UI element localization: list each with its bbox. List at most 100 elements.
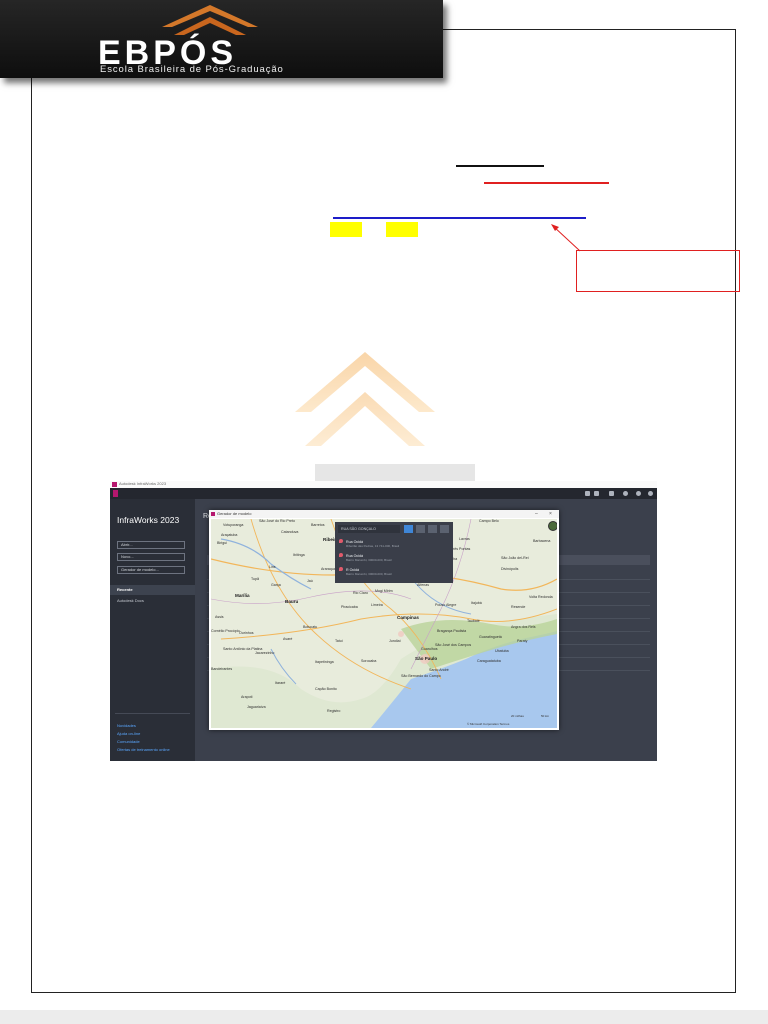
search-result-item[interactable]: R Ocidá Bairro Marumbi, 30000-000, Brasi…: [339, 567, 392, 576]
map-label: Lins: [269, 565, 276, 569]
window-titlebar: Autodesk InfraWorks 2023: [110, 481, 657, 488]
map-label: Angra dos Reis: [511, 625, 536, 629]
map-label: São José dos Campos: [435, 643, 472, 647]
notification-icon[interactable]: [585, 491, 590, 496]
annotation-arrow-icon: [551, 224, 581, 252]
aerial-view-button[interactable]: [416, 525, 425, 533]
map-label: Barretos: [311, 523, 325, 527]
map-label: Três Pontas: [451, 547, 471, 551]
map-view-button[interactable]: [404, 525, 413, 533]
map-label: Bragança Paulista: [437, 629, 467, 633]
link-online-help[interactable]: Ajuda on-line: [117, 731, 140, 736]
location-search-input[interactable]: RUA SÃO GONÇALO: [338, 525, 400, 533]
map-label: Volta Redonda: [529, 595, 553, 599]
map-label: Lavras: [459, 537, 470, 541]
map-label: Barbacena: [533, 539, 551, 543]
map-label: Capão Bonito: [315, 687, 337, 691]
map-label: Garça: [271, 583, 281, 587]
map-label: Bandeirantes: [211, 667, 233, 671]
infraworks-screenshot: Autodesk InfraWorks 2023 InfraWorks 2023…: [110, 481, 657, 761]
map-label: Resende: [511, 605, 526, 609]
map-label: Jundiaí: [389, 639, 401, 643]
map-label: Tupã: [251, 577, 260, 581]
location-pin-icon: [339, 539, 343, 543]
location-pin-icon: [339, 567, 343, 571]
map-label: Arapoti: [241, 695, 253, 699]
link-community[interactable]: Comunidade: [117, 739, 140, 744]
map-label: Itararé: [275, 681, 286, 685]
map-label: Divinópolis: [501, 567, 519, 571]
search-result-detail: Ribeirão das Pedras, 13 741-000, Brasil: [346, 544, 400, 548]
map-label: Cornélio Procópio: [211, 629, 240, 633]
app-topbar: [110, 488, 657, 499]
map-view[interactable]: São José do Rio Preto Catanduva Araçatub…: [211, 519, 557, 728]
annotation-blue-line: [333, 217, 586, 219]
search-result-item[interactable]: Rua Ocidá Ribeirão das Pedras, 13 741-00…: [339, 539, 399, 548]
map-navigation-icon[interactable]: [548, 521, 557, 531]
map-label: Bauru: [285, 599, 299, 604]
link-online-training[interactable]: Ofertas de treinamento online: [117, 747, 170, 752]
minimize-button[interactable]: –: [535, 510, 538, 518]
location-pin-icon: [339, 553, 343, 557]
map-attribution[interactable]: © Microsoft Corporation Termos: [467, 722, 509, 726]
map-label: Jaú: [307, 579, 313, 583]
sidebar: InfraWorks 2023 Abrir... Novo... Gerador…: [110, 499, 195, 761]
map-label: Assis: [215, 615, 224, 619]
user-avatar-icon[interactable]: [648, 491, 653, 496]
map-label: Pouso Alegre: [435, 603, 457, 607]
map-label: Campinas: [397, 615, 419, 620]
window-title: Autodesk InfraWorks 2023: [119, 481, 167, 486]
open-button[interactable]: Abrir...: [117, 541, 185, 549]
location-search-panel: RUA SÃO GONÇALO Rua Ocidá Ribeirão das P…: [335, 522, 453, 583]
select-area-button[interactable]: [440, 525, 449, 533]
sidebar-divider: [115, 713, 190, 714]
map-label: Catanduva: [281, 530, 299, 534]
logo-tagline: Escola Brasileira de Pós-Graduação: [100, 64, 284, 75]
map-label: Birigui: [217, 541, 227, 545]
account-icon[interactable]: [623, 491, 628, 496]
new-button[interactable]: Novo...: [117, 553, 185, 561]
map-label: Rio Claro: [353, 591, 368, 595]
search-result-detail: Bairro Marumbi, 30000-000, Brasil: [346, 572, 392, 576]
recent-item-autodesk-docs[interactable]: Autodesk Docs: [117, 598, 144, 603]
map-label: Caraguatatuba: [477, 659, 501, 663]
annotation-highlight-2: [386, 222, 418, 237]
map-label: Tatuí: [335, 639, 343, 643]
search-result-detail: Bairro Marumbi, 30000-000, Brasil: [346, 558, 392, 562]
map-label: Avaré: [283, 637, 293, 641]
model-builder-button[interactable]: Gerador de modelo...: [117, 566, 185, 574]
annotation-highlight-1: [330, 222, 362, 237]
map-label: Limeira: [371, 603, 383, 607]
product-title: InfraWorks 2023: [117, 515, 180, 525]
map-label: Marília: [235, 593, 250, 598]
link-whats-new[interactable]: Novidades: [117, 723, 136, 728]
hybrid-view-button[interactable]: [428, 525, 437, 533]
recent-header[interactable]: Recente: [110, 585, 195, 595]
ebpos-watermark-icon: [295, 352, 475, 482]
map-label: São José do Rio Preto: [259, 519, 295, 523]
menu-icon[interactable]: [594, 491, 599, 496]
help-icon[interactable]: [636, 491, 641, 496]
map-label: Guarulhos: [421, 647, 438, 651]
map-label: Santo André: [429, 668, 449, 672]
ebpos-logo-banner: EBPÓS Escola Brasileira de Pós-Graduação: [0, 0, 443, 78]
map-label: São Bernardo do Campo: [401, 674, 441, 678]
map-label: Araçatuba: [221, 533, 238, 537]
close-button[interactable]: ×: [549, 510, 552, 518]
map-label: Taubaté: [467, 619, 480, 623]
map-label: Guaratinguetá: [479, 635, 502, 639]
map-label: Votuporanga: [223, 523, 244, 527]
annotation-red-line: [484, 182, 609, 184]
map-label: São Paulo: [415, 656, 438, 661]
map-scale-km: 50 km: [541, 714, 550, 718]
map-label: Ibitinga: [293, 553, 305, 557]
search-result-item[interactable]: Rua Ocidá Bairro Marumbi, 30000-000, Bra…: [339, 553, 392, 562]
settings-icon[interactable]: [609, 491, 614, 496]
map-label: Registro: [327, 709, 341, 713]
dialog-title: Gerador de modelo: [217, 511, 252, 516]
annotation-black-line: [456, 165, 544, 167]
map-label: Jacarezinho: [255, 651, 275, 655]
map-label: Mogi Mirim: [375, 589, 393, 593]
map-label: Itapetininga: [315, 660, 334, 664]
map-label: Ourinhos: [239, 631, 254, 635]
